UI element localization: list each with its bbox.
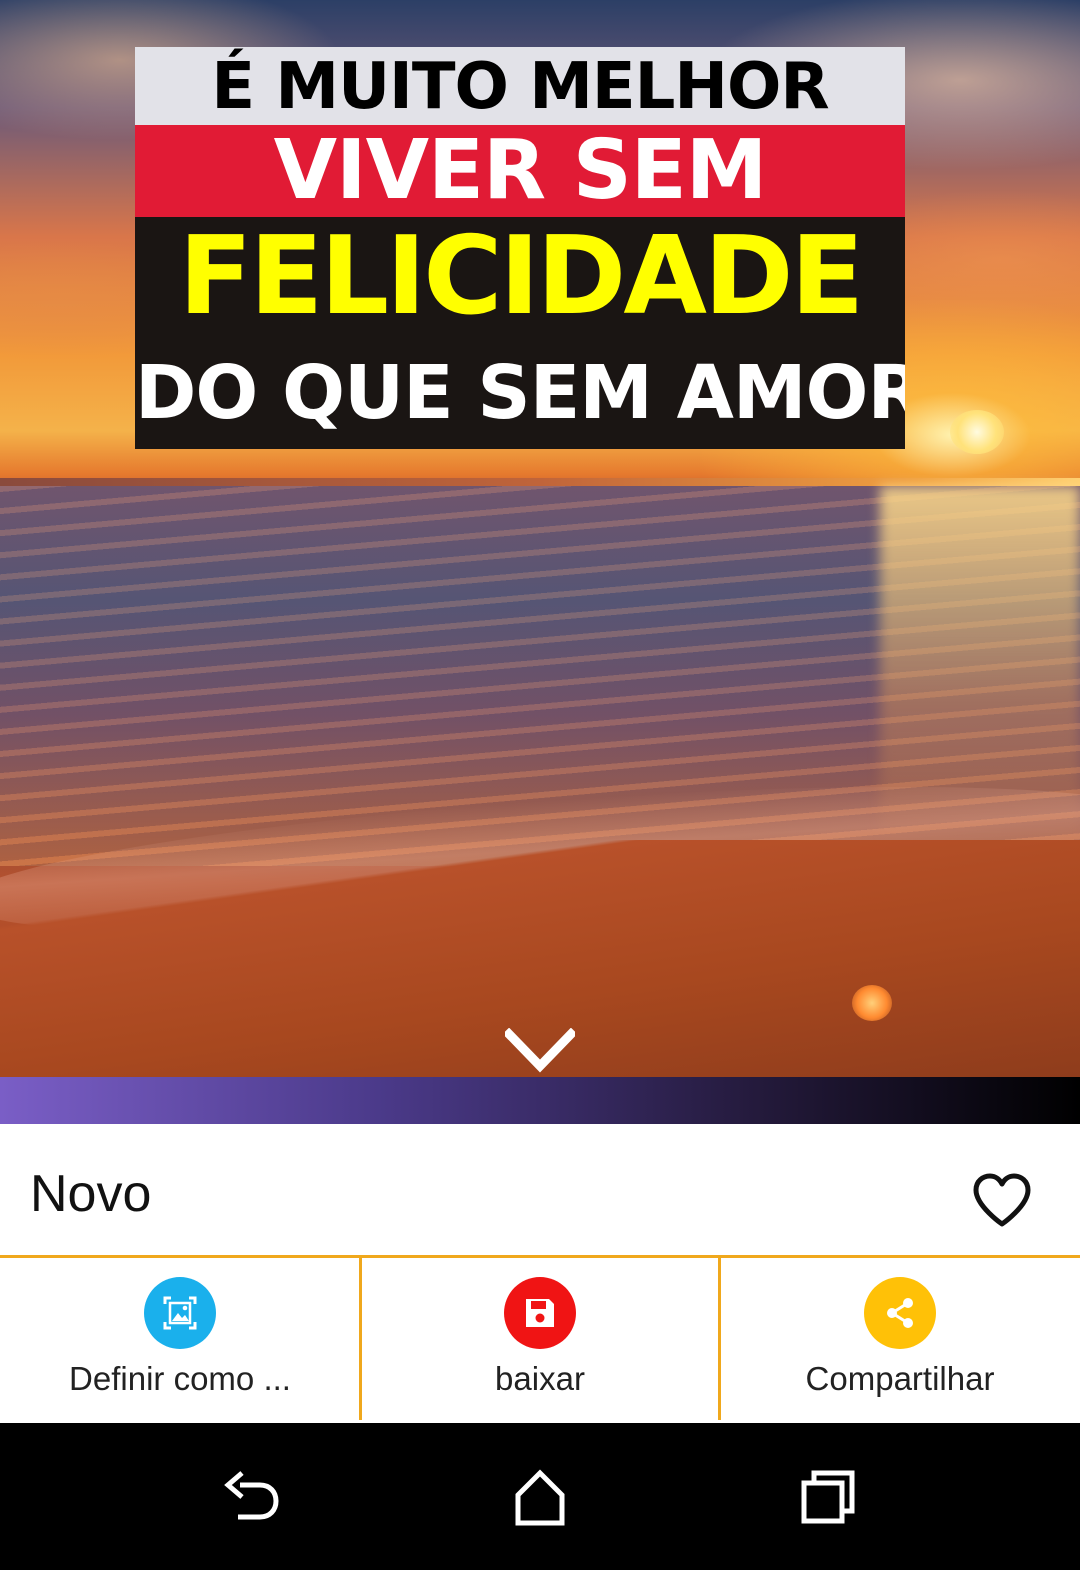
quote-line-2: VIVER SEM (135, 125, 905, 217)
page-title: Novo (30, 1165, 152, 1223)
lens-flare (852, 985, 892, 1021)
quote-image: É MUITO MELHOR VIVER SEM FELICIDADE DO Q… (0, 0, 1080, 1077)
quote-line-4: DO QUE SEM AMOR (135, 337, 905, 449)
action-separator (718, 1258, 721, 1420)
quote-line-3: FELICIDADE (135, 217, 905, 337)
action-bar: Definir como ... baixar Compartilhar (0, 1258, 1080, 1423)
share-label: Compartilhar (805, 1360, 995, 1397)
save-icon (504, 1277, 576, 1349)
share-icon (864, 1277, 936, 1349)
action-separator (359, 1258, 362, 1420)
back-icon[interactable] (220, 1465, 284, 1529)
download-button[interactable]: baixar (360, 1258, 720, 1423)
recents-icon[interactable] (796, 1465, 860, 1529)
system-nav-bar (0, 1423, 1080, 1570)
quote-line-1: É MUITO MELHOR (135, 47, 905, 125)
wallpaper-icon (144, 1277, 216, 1349)
heart-outline-icon[interactable] (972, 1172, 1032, 1228)
share-button[interactable]: Compartilhar (720, 1258, 1080, 1423)
home-icon[interactable] (508, 1465, 572, 1529)
horizon (0, 478, 1080, 486)
title-row: Novo (0, 1124, 1080, 1256)
download-label: baixar (495, 1360, 585, 1397)
quote-text-block: É MUITO MELHOR VIVER SEM FELICIDADE DO Q… (135, 47, 905, 449)
gradient-bar (0, 1077, 1080, 1124)
set-as-label: Definir como ... (69, 1360, 291, 1397)
chevron-down-icon[interactable] (505, 1028, 575, 1074)
set-as-button[interactable]: Definir como ... (0, 1258, 360, 1423)
sun (950, 410, 1004, 454)
